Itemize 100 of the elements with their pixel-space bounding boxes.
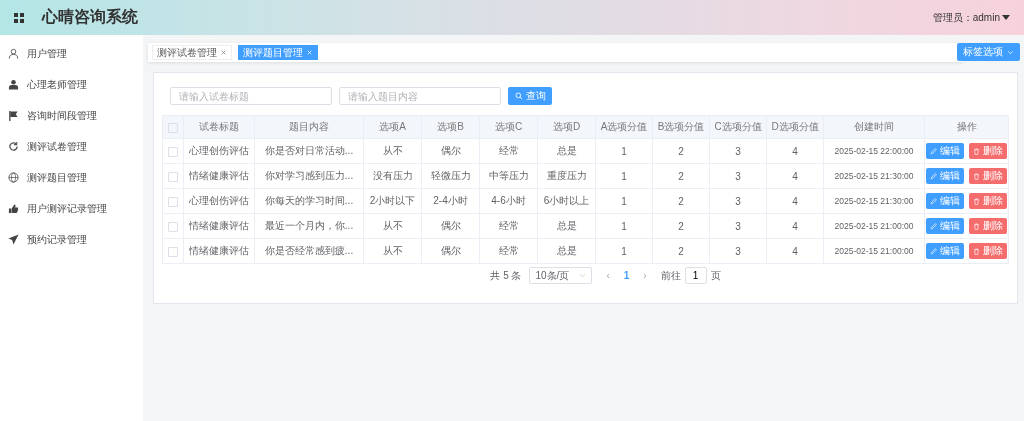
search-field[interactable]: 请输入题目内容 bbox=[339, 87, 501, 105]
table-cell: 2025-02-15 21:00:00 bbox=[823, 238, 925, 264]
table-cell: 轻微压力 bbox=[421, 163, 480, 189]
table-cell: 你对学习感到压力... bbox=[254, 163, 364, 189]
search-button[interactable]: 查询 bbox=[508, 87, 552, 105]
table-cell: 心理创伤评估 bbox=[183, 138, 255, 164]
table-cell: 2小时以下 bbox=[363, 188, 422, 214]
column-header: 选项D bbox=[537, 115, 596, 139]
table-cell: 4 bbox=[766, 138, 824, 164]
table-cell: 经常 bbox=[479, 138, 538, 164]
page-number[interactable]: 1 bbox=[623, 270, 630, 281]
table-cell: 中等压力 bbox=[479, 163, 538, 189]
sidebar-item[interactable]: 咨询时间段管理 bbox=[0, 100, 143, 131]
edit-button[interactable]: 编辑 bbox=[926, 193, 964, 209]
checkbox[interactable] bbox=[168, 221, 178, 232]
table-cell: 1 bbox=[595, 238, 653, 264]
checkbox[interactable] bbox=[168, 171, 178, 182]
table-cell: 你是否对日常活动... bbox=[254, 138, 364, 164]
edit-button[interactable]: 编辑 bbox=[926, 218, 964, 234]
table-cell: 3 bbox=[709, 163, 767, 189]
column-header: C选项分值 bbox=[709, 115, 767, 139]
tab-options-button[interactable]: 标签选项 bbox=[957, 43, 1020, 61]
edit-button[interactable]: 编辑 bbox=[926, 168, 964, 184]
total-count: 共 5 条 bbox=[490, 268, 522, 283]
goto-label: 前往 bbox=[660, 268, 681, 283]
sidebar-item[interactable]: 测评试卷管理 bbox=[0, 131, 143, 162]
page-input[interactable]: 1 bbox=[684, 267, 707, 284]
table-cell: 总是 bbox=[537, 238, 596, 264]
trash-icon bbox=[973, 147, 980, 155]
table-cell: 从不 bbox=[363, 238, 422, 264]
chevron-down-icon bbox=[1007, 48, 1014, 56]
table-cell: 重度压力 bbox=[537, 163, 596, 189]
pencil-icon bbox=[930, 247, 937, 255]
app-title: 心晴咨询系统 bbox=[42, 7, 138, 27]
table-cell: 偶尔 bbox=[421, 213, 480, 239]
globe-icon bbox=[8, 172, 19, 183]
trash-icon bbox=[973, 172, 980, 180]
table-cell: 4-6小时 bbox=[479, 188, 538, 214]
caret-icon bbox=[1002, 15, 1010, 20]
table-cell: 2 bbox=[652, 188, 710, 214]
user-icon bbox=[8, 48, 19, 59]
column-header: D选项分值 bbox=[766, 115, 824, 139]
sidebar-item[interactable]: 心理老师管理 bbox=[0, 69, 143, 100]
thumbs-up-icon bbox=[8, 203, 19, 214]
table-cell: 2-4小时 bbox=[421, 188, 480, 214]
table-cell: 2 bbox=[652, 138, 710, 164]
tab[interactable]: 测评试卷管理 bbox=[152, 45, 232, 60]
table-cell: 2 bbox=[652, 238, 710, 264]
table-cell: 3 bbox=[709, 188, 767, 214]
checkbox[interactable] bbox=[168, 146, 178, 157]
sidebar-item[interactable]: 用户测评记录管理 bbox=[0, 193, 143, 224]
edit-button[interactable]: 编辑 bbox=[926, 143, 964, 159]
previous-page-button[interactable]: ‹ bbox=[600, 270, 616, 281]
delete-button[interactable]: 删除 bbox=[969, 243, 1007, 259]
table-cell: 1 bbox=[595, 138, 653, 164]
table-cell: 6小时以上 bbox=[537, 188, 596, 214]
page-size-select[interactable]: 10条/页 bbox=[529, 267, 593, 284]
checkbox[interactable] bbox=[168, 246, 178, 257]
table-cell: 4 bbox=[766, 213, 824, 239]
user-menu[interactable]: 管理员：admin bbox=[932, 10, 1010, 25]
table-cell: 4 bbox=[766, 238, 824, 264]
table-cell: 2 bbox=[652, 163, 710, 189]
flag-icon bbox=[8, 110, 19, 121]
table-cell: 2025-02-15 21:30:00 bbox=[823, 163, 925, 189]
delete-button[interactable]: 删除 bbox=[969, 218, 1007, 234]
delete-button[interactable]: 删除 bbox=[969, 193, 1007, 209]
table-cell: 偶尔 bbox=[421, 238, 480, 264]
table-cell: 2025-02-15 21:00:00 bbox=[823, 213, 925, 239]
table-cell: 从不 bbox=[363, 213, 422, 239]
refresh-icon bbox=[8, 141, 19, 152]
column-header: 操作 bbox=[924, 115, 1009, 139]
table-cell: 没有压力 bbox=[363, 163, 422, 189]
paper-plane-icon bbox=[8, 234, 19, 245]
column-header: B选项分值 bbox=[652, 115, 710, 139]
next-page-button[interactable]: › bbox=[637, 270, 653, 281]
checkbox[interactable] bbox=[168, 196, 178, 207]
column-header: 选项A bbox=[363, 115, 422, 139]
delete-button[interactable]: 删除 bbox=[969, 143, 1007, 159]
trash-icon bbox=[973, 197, 980, 205]
table-cell: 情绪健康评估 bbox=[183, 213, 255, 239]
chevron-down-icon bbox=[579, 272, 587, 279]
sidebar-item[interactable]: 测评题目管理 bbox=[0, 162, 143, 193]
table-cell: 情绪健康评估 bbox=[183, 238, 255, 264]
table-cell: 从不 bbox=[363, 138, 422, 164]
column-header: 创建时间 bbox=[823, 115, 925, 139]
table-cell: 心理创伤评估 bbox=[183, 188, 255, 214]
pencil-icon bbox=[930, 172, 937, 180]
menu-icon[interactable] bbox=[14, 12, 24, 23]
pencil-icon bbox=[930, 197, 937, 205]
search-field[interactable]: 请输入试卷标题 bbox=[170, 87, 332, 105]
delete-button[interactable]: 删除 bbox=[969, 168, 1007, 184]
table-cell: 你是否经常感到疲... bbox=[254, 238, 364, 264]
sidebar-item[interactable]: 预约记录管理 bbox=[0, 224, 143, 255]
sidebar-item[interactable]: 用户管理 bbox=[0, 38, 143, 69]
column-header: 题目内容 bbox=[254, 115, 364, 139]
edit-button[interactable]: 编辑 bbox=[926, 243, 964, 259]
column-header: 选项B bbox=[421, 115, 480, 139]
tab[interactable]: 测评题目管理 bbox=[238, 45, 318, 60]
table-cell: 经常 bbox=[479, 238, 538, 264]
close-icon bbox=[220, 49, 227, 56]
